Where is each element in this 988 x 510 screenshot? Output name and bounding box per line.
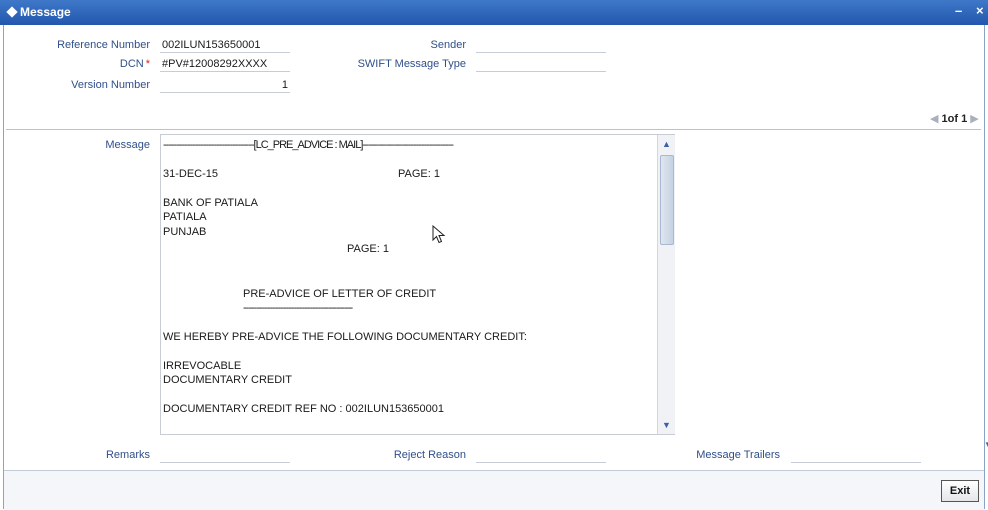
chevron-left-icon[interactable]: ◀ xyxy=(930,113,938,125)
required-marker: * xyxy=(145,58,150,70)
dcn-label: DCN * xyxy=(119,58,150,70)
dcn-field[interactable] xyxy=(160,56,290,72)
message-line: DOCUMENTARY CREDIT REF NO : 002ILUN15365… xyxy=(163,403,445,415)
sender-field[interactable] xyxy=(476,37,606,53)
window-title-bar: Message – × xyxy=(0,0,988,25)
message-line: PAGE: 1 xyxy=(347,243,389,255)
message-line: DOCUMENTARY CREDIT xyxy=(163,374,292,386)
message-trailers-label: Message Trailers xyxy=(696,449,780,461)
message-line: PAGE: 1 xyxy=(398,168,440,180)
message-label: Message xyxy=(105,139,150,151)
scroll-up-icon[interactable]: ▲ xyxy=(659,137,674,151)
sender-label: Sender xyxy=(430,39,466,51)
section-divider xyxy=(6,129,981,130)
message-line: 31-DEC-15 xyxy=(163,168,219,180)
reject-reason-label: Reject Reason xyxy=(393,449,466,461)
reference-number-label: Reference Number xyxy=(57,39,150,51)
footer-bar xyxy=(4,470,984,510)
chevron-right-icon[interactable]: ▶ xyxy=(970,113,978,125)
pager: ◀ 1of 1 ▶ xyxy=(930,112,979,125)
swift-message-type-label: SWIFT Message Type xyxy=(357,58,466,70)
message-line: PUNJAB xyxy=(163,226,207,238)
mouse-cursor-icon xyxy=(432,225,446,244)
minimize-button[interactable]: – xyxy=(955,3,962,18)
message-line: IRREVOCABLE xyxy=(163,360,242,372)
exit-button[interactable]: Exit xyxy=(941,480,979,502)
diamond-icon xyxy=(6,6,18,18)
close-button[interactable]: × xyxy=(976,3,984,18)
swift-message-type-field[interactable] xyxy=(476,56,606,72)
message-scrollbar[interactable]: ▲ ▼ xyxy=(657,135,675,434)
message-trailers-field[interactable] xyxy=(791,447,921,463)
reject-reason-field[interactable] xyxy=(476,447,606,463)
message-line: PRE-ADVICE OF LETTER OF CREDIT xyxy=(243,288,437,300)
message-content: ----------------------------------[LC_PR… xyxy=(161,135,656,434)
scroll-down-icon[interactable]: ▼ xyxy=(984,440,988,449)
scroll-down-icon[interactable]: ▼ xyxy=(659,418,674,432)
pager-text: 1of 1 xyxy=(941,113,968,125)
remarks-label: Remarks xyxy=(105,449,150,461)
version-number-field[interactable] xyxy=(160,77,290,93)
scroll-thumb[interactable] xyxy=(660,155,674,245)
remarks-field[interactable] xyxy=(160,447,290,463)
reference-number-field[interactable] xyxy=(160,37,290,53)
message-line: WE HEREBY PRE-ADVICE THE FOLLOWING DOCUM… xyxy=(163,331,527,343)
message-textarea[interactable]: ----------------------------------[LC_PR… xyxy=(160,134,675,435)
message-line: PATIALA xyxy=(163,211,207,223)
window-title: Message xyxy=(20,5,71,19)
message-line: BANK OF PATIALA xyxy=(163,197,258,209)
version-number-label: Version Number xyxy=(71,79,150,91)
message-line: ----------------------------------[LC_PR… xyxy=(163,139,454,151)
message-line: ----------------------------------------… xyxy=(243,302,353,314)
